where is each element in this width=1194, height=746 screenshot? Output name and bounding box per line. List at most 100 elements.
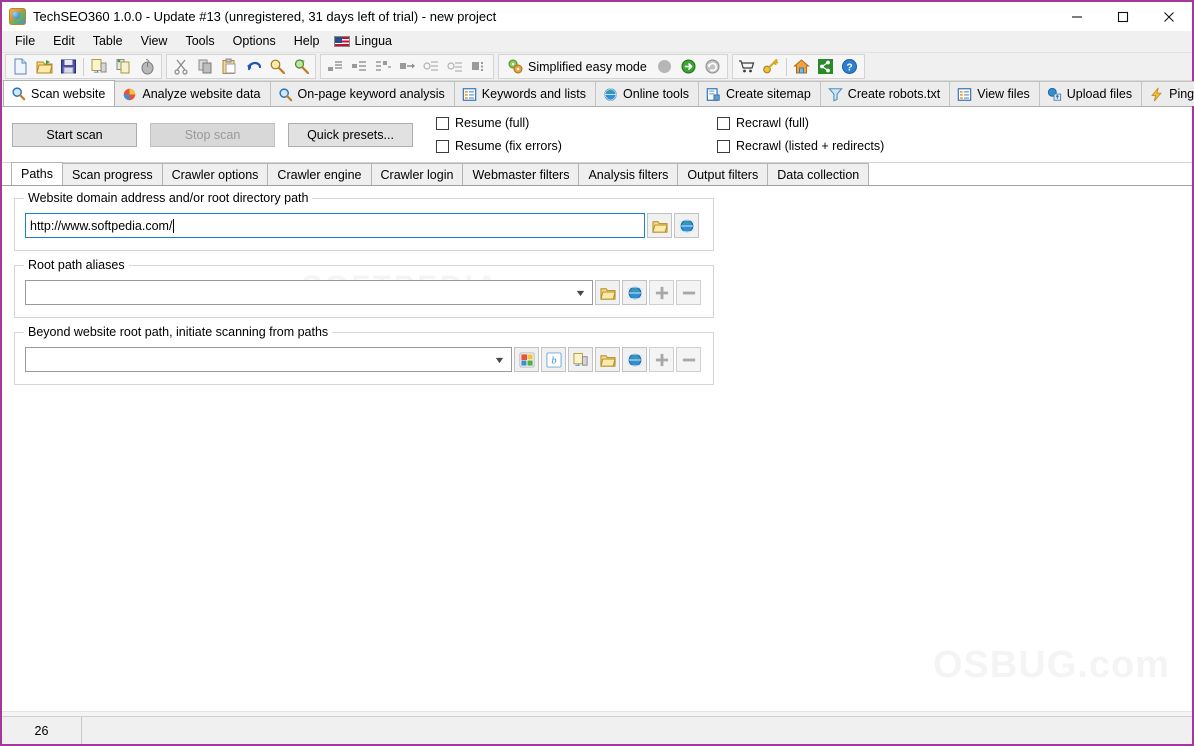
app-icon [9, 7, 26, 25]
tab-crawler-engine[interactable]: Crawler engine [267, 163, 372, 185]
paste-icon[interactable] [217, 56, 241, 78]
menu-help[interactable]: Help [285, 31, 329, 52]
title-bar: TechSEO360 1.0.0 - Update #13 (unregiste… [2, 2, 1192, 31]
export-icon[interactable] [111, 56, 135, 78]
simplified-easy-mode-button[interactable]: Simplified easy mode [501, 56, 653, 78]
magnifier-icon[interactable] [265, 56, 289, 78]
beyond-remove-button[interactable] [676, 347, 701, 372]
globe-icon [626, 286, 643, 299]
nav-tab-label: Keywords and lists [481, 87, 587, 101]
nav-tab-view-files[interactable]: View files [949, 81, 1040, 106]
save-floppy-icon[interactable] [56, 56, 80, 78]
import-from-google-button[interactable] [514, 347, 539, 372]
maximize-button[interactable] [1100, 2, 1146, 31]
domain-open-url-button[interactable] [674, 213, 699, 238]
domain-browse-folder-button[interactable] [647, 213, 672, 238]
tab-crawler-options[interactable]: Crawler options [161, 163, 269, 185]
nav-tab-scan-website[interactable]: Scan website [3, 80, 116, 106]
minimize-button[interactable] [1054, 2, 1100, 31]
expand-icon[interactable] [443, 56, 467, 78]
checkbox-resume-fix-errors[interactable]: Resume (fix errors) [436, 139, 562, 153]
undo-arrow-icon[interactable] [241, 56, 265, 78]
tab-crawler-login[interactable]: Crawler login [370, 163, 464, 185]
menu-view[interactable]: View [132, 31, 177, 52]
nav-tab-create-robots-txt[interactable]: Create robots.txt [819, 81, 951, 106]
chevron-down-icon: ▼ [493, 354, 506, 365]
nav-tab-ping-sitemap[interactable]: Ping sitema [1141, 81, 1194, 106]
quick-presets-button[interactable]: Quick presets... [288, 122, 413, 147]
tab-scan-progress[interactable]: Scan progress [61, 163, 163, 185]
menu-tools[interactable]: Tools [176, 31, 223, 52]
beyond-root-group: Beyond website root path, initiate scann… [14, 325, 714, 385]
aliases-browse-folder-button[interactable] [595, 280, 620, 305]
menu-edit[interactable]: Edit [44, 31, 84, 52]
shopping-cart-icon[interactable] [735, 56, 759, 78]
tab-webmaster-filters[interactable]: Webmaster filters [462, 163, 580, 185]
aliases-combo[interactable]: ▼ [25, 280, 593, 305]
columns-icon[interactable] [467, 56, 491, 78]
find-replace-icon[interactable] [289, 56, 313, 78]
menu-bar: File Edit Table View Tools Options Help … [2, 31, 1192, 53]
beyond-browse-folder-button[interactable] [595, 347, 620, 372]
help-icon[interactable]: ? [838, 56, 862, 78]
indent-list-icon[interactable] [323, 56, 347, 78]
gray-circle-icon[interactable] [653, 56, 677, 78]
domain-group: Website domain address and/or root direc… [14, 191, 714, 251]
checkbox-label: Resume (full) [455, 116, 530, 130]
nav-tab-keywords-and-lists[interactable]: Keywords and lists [453, 81, 597, 106]
menu-options[interactable]: Options [224, 31, 285, 52]
aliases-open-url-button[interactable] [622, 280, 647, 305]
svg-text:b: b [551, 355, 556, 366]
tab-paths[interactable]: Paths [11, 162, 63, 185]
nav-tab-on-page-keyword-analysis[interactable]: On-page keyword analysis [269, 81, 455, 106]
close-button[interactable] [1146, 2, 1192, 31]
beyond-add-button[interactable] [649, 347, 674, 372]
menu-table[interactable]: Table [84, 31, 132, 52]
checkbox-resume-full[interactable]: Resume (full) [436, 116, 562, 130]
import-from-bing-button[interactable]: b [541, 347, 566, 372]
nav-tab-analyze-website-data[interactable]: Analyze website data [114, 81, 271, 106]
open-folder-icon[interactable] [32, 56, 56, 78]
checkbox-box [716, 139, 730, 153]
nav-tab-online-tools[interactable]: Online tools [595, 81, 700, 106]
key-icon[interactable] [759, 56, 783, 78]
menu-file[interactable]: File [6, 31, 44, 52]
folder-icon [651, 220, 668, 233]
app-window: TechSEO360 1.0.0 - Update #13 (unregiste… [0, 0, 1194, 746]
import-from-file-button[interactable] [568, 347, 593, 372]
copy-icon[interactable] [193, 56, 217, 78]
tree-list-icon[interactable] [347, 56, 371, 78]
group-list-icon[interactable] [371, 56, 395, 78]
svg-text:?: ? [847, 62, 853, 73]
globe-icon [626, 353, 643, 366]
scissors-icon[interactable] [169, 56, 193, 78]
aliases-group-legend: Root path aliases [24, 258, 129, 272]
beyond-open-url-button[interactable] [622, 347, 647, 372]
beyond-root-combo[interactable]: ▼ [25, 347, 512, 372]
gray-refresh-icon[interactable] [701, 56, 725, 78]
start-scan-button[interactable]: Start scan [12, 122, 137, 147]
checkbox-recrawl-full[interactable]: Recrawl (full) [716, 116, 884, 130]
tab-analysis-filters[interactable]: Analysis filters [578, 163, 679, 185]
toolbar-separator [785, 57, 787, 76]
minus-icon [682, 291, 695, 294]
home-icon[interactable] [790, 56, 814, 78]
import-icon[interactable] [87, 56, 111, 78]
tab-output-filters[interactable]: Output filters [677, 163, 769, 185]
nav-tab-upload-files[interactable]: Upload files [1038, 81, 1143, 106]
flow-right-icon[interactable] [395, 56, 419, 78]
new-document-icon[interactable] [8, 56, 32, 78]
nav-tab-label: Scan website [31, 86, 106, 101]
domain-input[interactable]: http://www.softpedia.com/ [25, 213, 645, 238]
checkbox-recrawl-listed-redirects[interactable]: Recrawl (listed + redirects) [716, 139, 885, 153]
checkbox-label: Recrawl (listed + redirects) [735, 139, 885, 153]
menu-lingua[interactable]: Lingua [328, 31, 401, 52]
tab-data-collection[interactable]: Data collection [767, 163, 870, 185]
aliases-add-button[interactable] [649, 280, 674, 305]
green-go-icon[interactable] [677, 56, 701, 78]
collapse-icon[interactable] [419, 56, 443, 78]
share-icon[interactable] [814, 56, 838, 78]
aliases-remove-button[interactable] [676, 280, 701, 305]
nav-tab-create-sitemap[interactable]: Create sitemap [698, 81, 821, 106]
mouse-icon[interactable] [135, 56, 159, 78]
